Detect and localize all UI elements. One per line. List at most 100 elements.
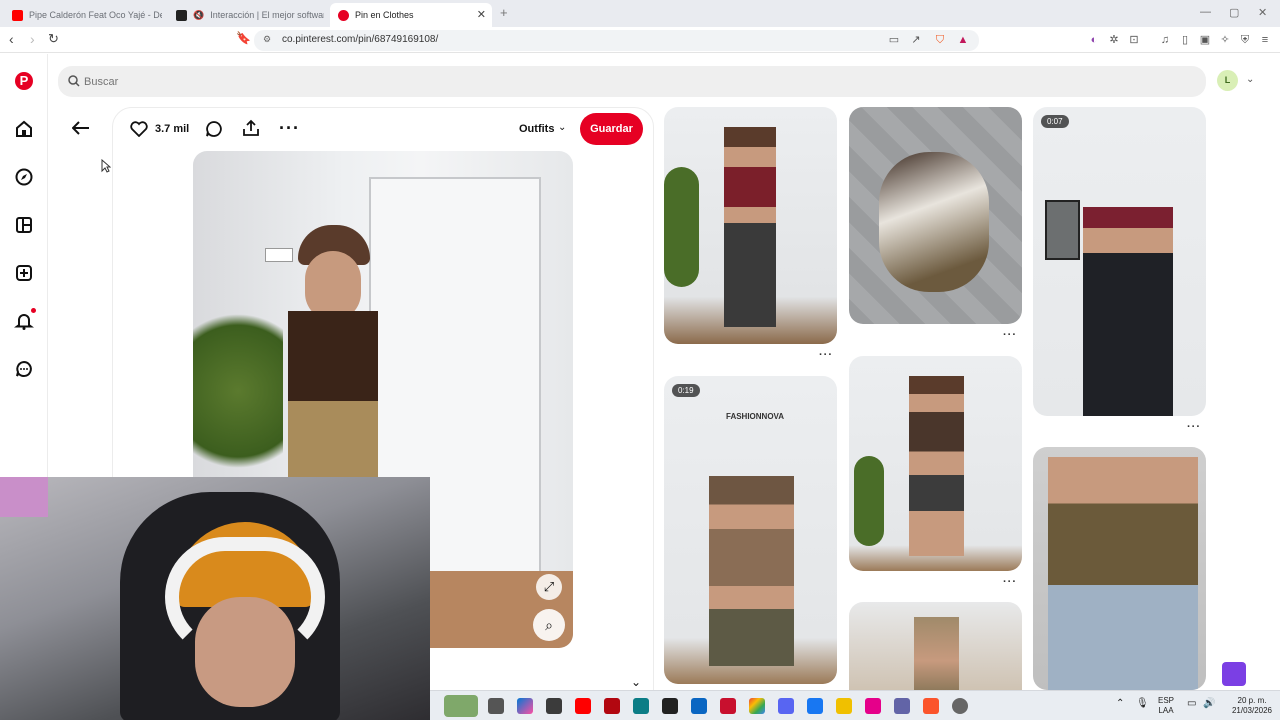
taskview-icon[interactable] [488,698,504,714]
keyboard-layout: LAA [1158,706,1174,715]
microphone-icon[interactable]: 🎙 [1136,699,1149,709]
feed-pin-1[interactable] [664,107,837,344]
maximize-icon[interactable]: ▢ [1229,6,1239,19]
like-count: 3.7 mil [155,123,190,135]
bookmark-icon[interactable]: 🔖 [236,31,251,45]
feed-pin-4[interactable]: 0:19 FASHIONNOVA [664,376,837,684]
figure-shape [914,617,959,690]
tab-interaccion[interactable]: 🔇 Interacción | El mejor software p [168,3,324,27]
opera-icon[interactable] [720,698,736,714]
extensions-icon[interactable]: ✲ [1107,33,1121,47]
discord-icon[interactable] [778,698,794,714]
tab-title: Pin en Clothes [355,10,414,20]
vpn-icon[interactable]: ⛨ [1238,33,1252,47]
messages-icon[interactable] [14,359,34,379]
feed-pin-7[interactable] [849,602,1022,690]
brave-rewards-icon[interactable]: ▲ [956,33,970,47]
board-chevron-down-icon[interactable]: ⌄ [558,122,566,133]
duration-badge: 0:07 [1041,115,1069,128]
avatar[interactable]: L [1217,70,1238,91]
feed-pin-6[interactable] [1033,447,1206,690]
explore-icon[interactable] [14,167,34,187]
tray-chevron-up-icon[interactable]: ⌃ [1116,699,1124,709]
language-indicator[interactable]: ESP LAA [1158,696,1174,716]
cast-icon[interactable]: ▭ [887,33,901,47]
figure-shape [1048,457,1198,690]
close-window-icon[interactable]: ✕ [1258,6,1267,19]
account-chevron-down-icon[interactable]: ⌄ [1246,74,1254,85]
music-icon[interactable]: ♫ [1158,33,1172,47]
visual-search-icon[interactable]: ⌕ [533,609,565,641]
notifications-icon[interactable] [14,311,34,331]
explorer-icon[interactable] [836,698,852,714]
store-icon[interactable] [546,698,562,714]
feed-pin-3[interactable]: 0:07 [1033,107,1206,416]
more-options-icon[interactable]: ··· [279,118,300,139]
create-icon[interactable] [14,263,34,283]
duration-badge: 0:19 [672,384,700,397]
pin-more-icon[interactable]: ··· [1187,421,1201,433]
minimize-icon[interactable]: — [1200,6,1211,18]
sidebar-toggle-icon[interactable]: ▯ [1178,33,1192,47]
wallet-icon[interactable]: ▣ [1198,33,1212,47]
comment-icon[interactable] [205,120,223,138]
url-text: co.pinterest.com/pin/68749169108/ [282,34,439,45]
plant-shape [854,456,884,546]
pinterest-logo-icon[interactable]: P [15,72,33,90]
site-icon [176,9,187,21]
copilot-icon[interactable] [517,698,533,714]
site-settings-icon[interactable]: ⚙ [263,34,271,45]
search-bar[interactable] [58,66,1206,97]
new-tab-icon[interactable]: + [500,5,508,20]
facebook-icon[interactable] [807,698,823,714]
pin-more-icon[interactable]: ··· [819,349,833,361]
mail-icon[interactable] [691,698,707,714]
share-icon[interactable] [242,119,260,137]
back-arrow-icon[interactable] [72,121,90,135]
app-pink-icon[interactable] [865,698,881,714]
boards-icon[interactable] [14,215,34,235]
feed-pin-2[interactable] [849,107,1022,324]
extension-icon[interactable]: ◐ [1087,33,1101,47]
feed-pin-5[interactable] [849,356,1022,571]
brave-taskbar-icon[interactable] [923,698,939,714]
youtube-taskbar-icon[interactable] [575,698,591,714]
tab-pinterest[interactable]: Pin en Clothes ✕ [330,3,492,27]
scroll-down-chevron-icon[interactable]: ⌄ [631,675,641,689]
menu-icon[interactable]: ≡ [1258,33,1272,47]
netflix-icon[interactable] [604,698,620,714]
download-icon[interactable]: ⊡ [1127,33,1141,47]
search-icon [68,75,80,87]
figure-shape [724,127,776,327]
widgets-icon[interactable] [444,695,478,717]
reload-icon[interactable]: ↻ [48,31,59,47]
close-tab-icon[interactable]: ✕ [477,8,486,21]
leo-ai-icon[interactable]: ✧ [1218,33,1232,47]
search-input[interactable] [84,72,1084,91]
back-icon[interactable]: ‹ [9,31,14,47]
brave-shield-icon[interactable]: ⛉ [933,33,947,47]
tab-title: Interacción | El mejor software p [210,10,324,20]
pin-more-icon[interactable]: ··· [1003,329,1017,341]
clock[interactable]: 20 p. m. 21/03/2026 [1226,696,1278,716]
tab-title: Pipe Calderón Feat Oco Yajé - De Re [29,10,162,20]
url-field[interactable]: ⚙ co.pinterest.com/pin/68749169108/ ▭ ↗ … [254,30,979,51]
board-selector[interactable]: Outfits [519,123,554,135]
forward-icon[interactable]: › [30,31,35,47]
save-button[interactable]: Guardar [580,113,643,145]
edge-icon[interactable] [633,698,649,714]
youtube-icon [12,9,23,21]
teams-icon[interactable] [894,698,910,714]
app-icon[interactable] [662,698,678,714]
expand-icon[interactable]: ⤢ [536,574,562,600]
network-icon[interactable]: ▭ [1187,699,1196,709]
figure-shape [909,376,964,556]
obs-icon[interactable] [952,698,968,714]
home-icon[interactable] [14,119,34,139]
pin-more-icon[interactable]: ··· [1003,576,1017,588]
share-icon[interactable]: ↗ [909,33,923,47]
heart-icon[interactable] [130,121,148,137]
tab-youtube[interactable]: Pipe Calderón Feat Oco Yajé - De Re [4,3,162,27]
volume-icon[interactable]: 🔊 [1203,699,1215,709]
chrome-icon[interactable] [749,698,765,714]
